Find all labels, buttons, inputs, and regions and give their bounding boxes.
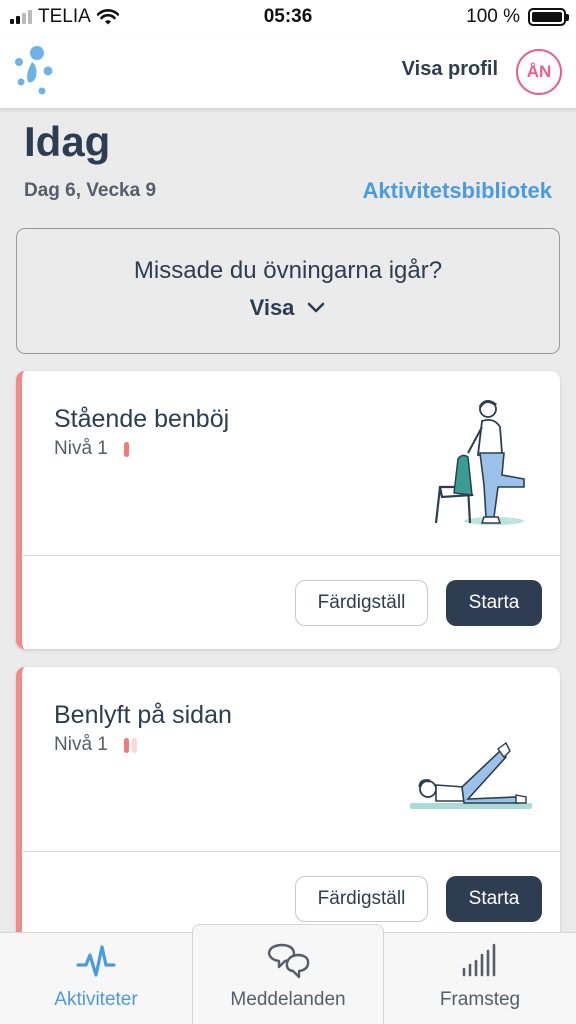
level-label: Nivå 1 xyxy=(54,438,108,459)
show-missed-button[interactable]: Visa xyxy=(250,295,327,321)
activity-icon xyxy=(76,945,116,977)
battery-percent: 100 % xyxy=(466,6,520,27)
day-week-label: Dag 6, Vecka 9 xyxy=(24,180,157,201)
missed-question: Missade du övningarna igår? xyxy=(133,257,443,284)
show-label: Visa xyxy=(249,295,295,320)
page-title: Idag xyxy=(24,118,111,165)
card-divider xyxy=(22,555,560,556)
exercise-title: Benlyft på sidan xyxy=(54,701,232,729)
tab-messages[interactable]: Meddelanden xyxy=(192,924,384,1024)
tab-label: Framsteg xyxy=(439,989,521,1010)
card-divider xyxy=(22,851,560,852)
level-indicator xyxy=(123,441,129,457)
exercise-card[interactable]: Stående benböj Nivå 1 Färdigställ Starta xyxy=(16,371,560,649)
tab-label: Meddelanden xyxy=(230,989,346,1010)
exercise-level: Nivå 1 xyxy=(54,734,137,756)
exercise-level: Nivå 1 xyxy=(54,438,129,460)
battery-icon xyxy=(528,8,569,26)
bottom-tab-bar: Aktiviteter Meddelanden Framsteg xyxy=(0,924,576,1024)
tab-activities[interactable]: Aktiviteter xyxy=(0,933,192,1024)
view-profile-link[interactable]: Visa profil xyxy=(402,58,498,81)
app-header: Visa profil ÅN xyxy=(0,34,576,108)
complete-button[interactable]: Färdigställ xyxy=(295,876,428,922)
activity-library-link[interactable]: Aktivitetsbibliotek xyxy=(363,178,552,204)
chevron-down-icon xyxy=(308,302,325,313)
tab-label: Aktiviteter xyxy=(54,989,138,1010)
level-indicator xyxy=(123,737,137,753)
status-bar: TELIA 05:36 100 % xyxy=(0,0,576,34)
side-leg-lift-illustration xyxy=(410,741,532,809)
exercise-title: Stående benböj xyxy=(54,405,230,433)
start-button[interactable]: Starta xyxy=(446,876,542,922)
level-label: Nivå 1 xyxy=(54,734,108,755)
complete-button[interactable]: Färdigställ xyxy=(295,580,428,626)
avatar[interactable]: ÅN xyxy=(516,49,562,95)
tab-progress[interactable]: Framsteg xyxy=(384,933,576,1024)
standing-squat-illustration xyxy=(434,400,525,525)
exercise-card[interactable]: Benlyft på sidan Nivå 1 Färdigställ Star… xyxy=(16,667,560,945)
app-logo-icon xyxy=(15,46,53,95)
progress-bars-icon xyxy=(462,943,496,977)
missed-exercises-panel[interactable]: Missade du övningarna igår? Visa xyxy=(16,228,560,354)
chat-icon xyxy=(267,943,310,979)
start-button[interactable]: Starta xyxy=(446,580,542,626)
